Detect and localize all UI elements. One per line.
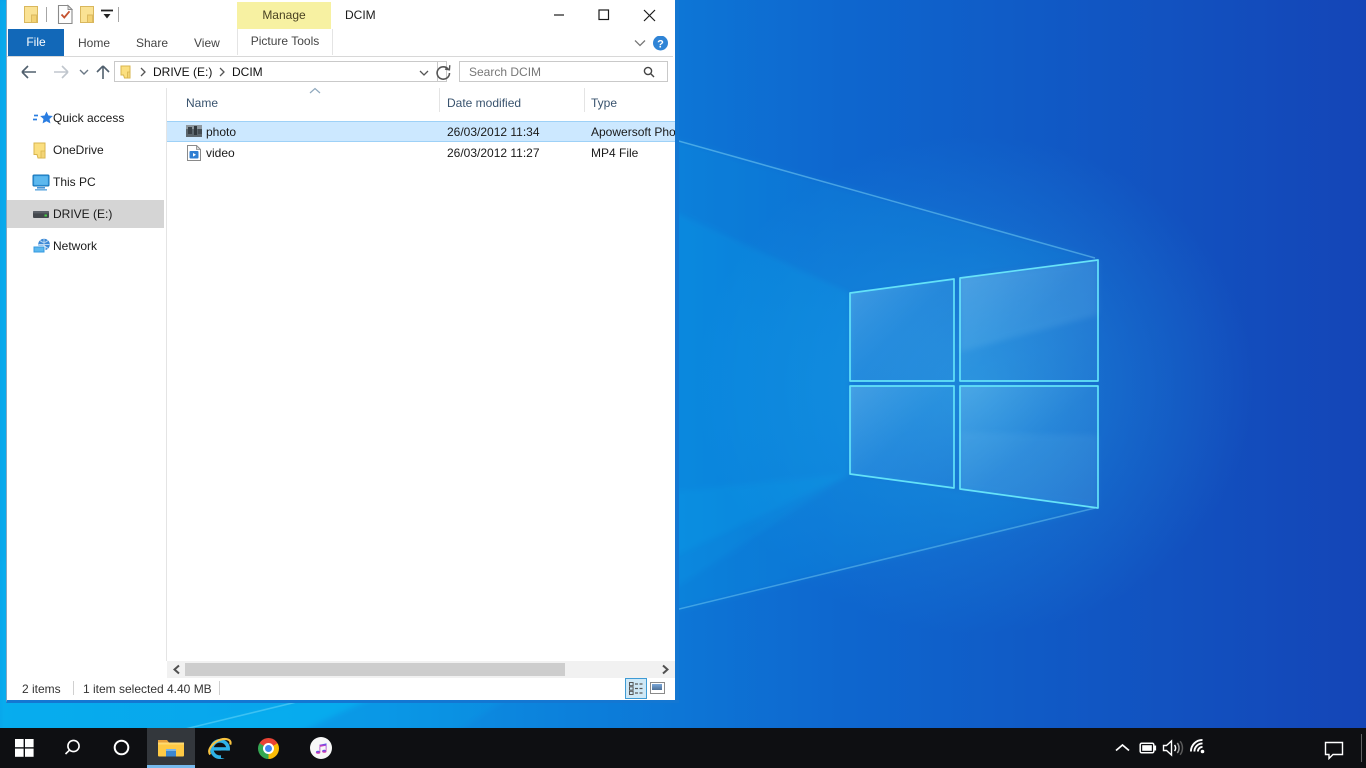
svg-text:?: ? (657, 39, 664, 51)
